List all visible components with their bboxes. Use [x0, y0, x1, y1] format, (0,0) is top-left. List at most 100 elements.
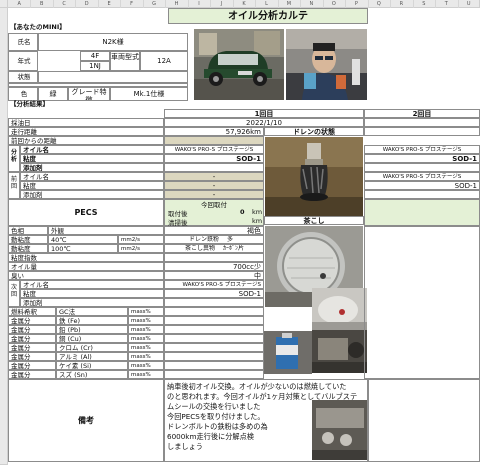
analysis-group-label: 分析: [8, 145, 20, 172]
owner-label: 氏名: [8, 33, 38, 51]
column-header-g[interactable]: G: [143, 0, 167, 8]
metal-label: 金属分: [8, 361, 56, 370]
column-header-b[interactable]: B: [30, 0, 54, 8]
metal-value[interactable]: [164, 370, 264, 379]
fuel-dilution-value[interactable]: [164, 307, 264, 316]
viscosity-value-1[interactable]: SOD-1: [164, 154, 264, 163]
vi-value[interactable]: [164, 253, 264, 262]
round2-body[interactable]: [364, 226, 480, 379]
column-header-f[interactable]: F: [120, 0, 144, 8]
column-header-j[interactable]: J: [210, 0, 234, 8]
appearance-value[interactable]: 褐色: [164, 226, 264, 235]
prev-additive-value-2[interactable]: [364, 190, 480, 199]
additive-value-2[interactable]: [364, 163, 480, 172]
drain-iron-value[interactable]: 多: [221, 236, 233, 243]
column-header-d[interactable]: D: [75, 0, 99, 8]
column-header-i[interactable]: I: [188, 0, 212, 8]
remarks-box-2[interactable]: [368, 379, 480, 462]
column-header-u[interactable]: U: [458, 0, 480, 8]
status-value[interactable]: [38, 71, 188, 83]
model-code-a[interactable]: 4F: [80, 51, 110, 61]
column-header-o[interactable]: O: [323, 0, 347, 8]
sample-date-value[interactable]: 2022/1/10: [164, 118, 364, 127]
viscosity-label: 粘度: [20, 154, 164, 163]
prev-additive-value-1[interactable]: -: [164, 190, 264, 199]
vehicle-type-value[interactable]: 12A: [140, 51, 188, 71]
oil-name-value-1[interactable]: WAKO'S PRO-S プロステージS: [164, 145, 264, 154]
column-header-h[interactable]: H: [165, 0, 189, 8]
additive-value-1[interactable]: [164, 163, 264, 172]
column-header-c[interactable]: C: [53, 0, 77, 8]
remarks-line: 今回PECSを取り付けました。: [167, 412, 265, 421]
fuel-dilution-label: 燃料希釈: [8, 307, 56, 316]
remarks-line: しましょう: [167, 442, 203, 451]
model-code-b[interactable]: 1NJ: [80, 61, 110, 71]
vehicle-type-label: 車両型式: [110, 51, 140, 71]
vi-label: 粘度指数: [8, 253, 164, 262]
visc40-drain-cell[interactable]: ドレン鉄粉 多: [164, 235, 264, 244]
owner-value[interactable]: N2K様: [38, 33, 188, 51]
oil-can-photo: [264, 331, 312, 374]
viscosity-value-2[interactable]: SOD-1: [364, 154, 480, 163]
prev-viscosity-value-2[interactable]: SOD-1: [364, 181, 480, 190]
prev-oil-name-value-2[interactable]: WAKO'S PRO-S プロステージS: [364, 172, 480, 181]
column-header-l[interactable]: L: [255, 0, 279, 8]
prev-viscosity-label: 粘度: [20, 181, 164, 190]
car-photo: [194, 29, 284, 100]
remarks-line: のと思われます。今回オイルが1ヶ月対策としてバルブステ: [167, 392, 358, 401]
next-additive-label: 添加剤: [20, 298, 164, 307]
column-header-a[interactable]: A: [8, 0, 32, 8]
visc40-unit: mm2/s: [118, 235, 164, 244]
metal-value[interactable]: [164, 325, 264, 334]
appearance-label: 外観: [48, 226, 164, 235]
strainer-item-label: 茶こし異物: [185, 245, 216, 252]
grade-label: グレード特徴: [68, 87, 110, 101]
remarks-line: ドレンボルトの鉄粉は多めの為: [167, 422, 268, 431]
column-header-t[interactable]: T: [435, 0, 459, 8]
remarks-box[interactable]: 納車後初オイル交換。オイルが少ないのは燃焼していた のと思われます。今回オイルが1…: [164, 379, 368, 462]
color-value[interactable]: 緑: [38, 87, 68, 101]
column-header-n[interactable]: N: [300, 0, 324, 8]
metal-name: 鉄 (Fe): [56, 316, 128, 325]
next-additive-value[interactable]: [164, 298, 264, 307]
since-prev-label: 前回からの距離: [8, 136, 164, 145]
next-viscosity-value[interactable]: SOD-1: [164, 289, 264, 298]
oil-amount-value[interactable]: 700cc少: [164, 262, 264, 271]
sample-date-value-2[interactable]: [364, 118, 480, 127]
sample-date-label: 採油日: [8, 118, 164, 127]
column-header-r[interactable]: R: [390, 0, 414, 8]
since-prev-value[interactable]: [164, 136, 264, 145]
oil-name-value-2[interactable]: WAKO'S PRO-S プロステージS: [364, 145, 480, 154]
grade-value[interactable]: Mk.1仕様: [110, 87, 188, 101]
prev-viscosity-value-1[interactable]: -: [164, 181, 264, 190]
smell-value[interactable]: 中: [164, 271, 264, 280]
strainer-item-value[interactable]: ｶｰﾎﾞﾝ片: [217, 245, 244, 252]
next-oil-name-value[interactable]: WAKO'S PRO-S プロステージS: [164, 280, 264, 289]
mileage-value[interactable]: 57,926km: [164, 127, 264, 136]
mileage-value-2[interactable]: [364, 127, 480, 136]
column-header-k[interactable]: K: [233, 0, 257, 8]
visc100-label: 動粘度: [8, 244, 48, 253]
metal-value[interactable]: [164, 361, 264, 370]
metal-value[interactable]: [164, 352, 264, 361]
column-header-p[interactable]: P: [345, 0, 369, 8]
visc40-label: 動粘度: [8, 235, 48, 244]
pecs-label: PECS: [8, 199, 164, 226]
smell-label: 臭い: [8, 271, 164, 280]
metal-value[interactable]: [164, 334, 264, 343]
prev-oil-name-value-1[interactable]: -: [164, 172, 264, 181]
round-2-header: 2回目: [364, 109, 480, 118]
oil-name-label: オイル名: [20, 145, 164, 154]
column-header-e[interactable]: E: [98, 0, 122, 8]
column-header-s[interactable]: S: [413, 0, 437, 8]
column-header-m[interactable]: M: [278, 0, 302, 8]
metal-value[interactable]: [164, 316, 264, 325]
analysis-section-header: 【分析結果】: [10, 100, 49, 108]
visc100-strainer-cell[interactable]: 茶こし異物 ｶｰﾎﾞﾝ片: [164, 244, 264, 253]
pecs-install-value[interactable]: 0: [240, 208, 245, 216]
metal-value[interactable]: [164, 343, 264, 352]
pecs-install-unit: km: [252, 208, 263, 216]
column-header-q[interactable]: Q: [368, 0, 392, 8]
select-all-corner[interactable]: [0, 0, 8, 8]
metal-label: 金属分: [8, 325, 56, 334]
